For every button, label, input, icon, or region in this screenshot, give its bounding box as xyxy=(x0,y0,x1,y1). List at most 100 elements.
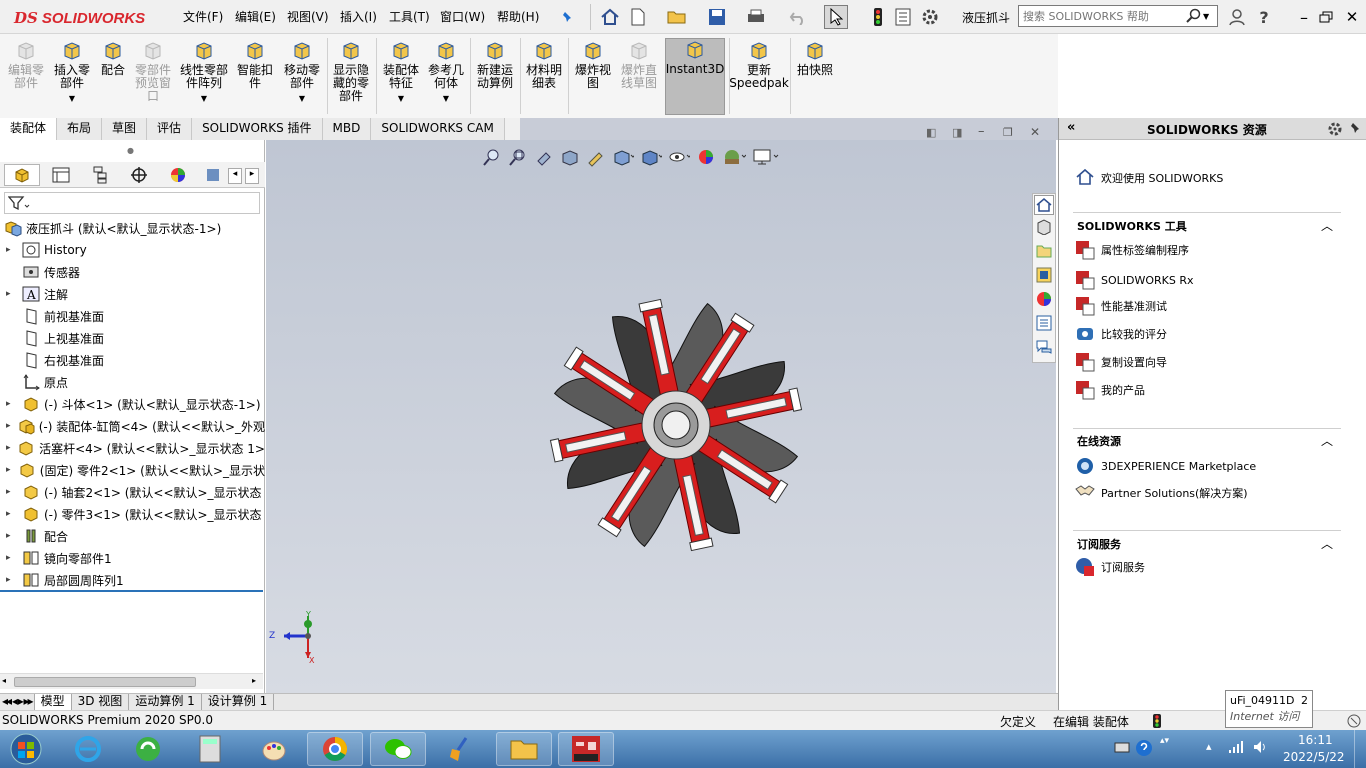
tree-item[interactable]: ▸ 配合 xyxy=(0,525,265,547)
help-search-box[interactable]: ▼ xyxy=(1018,5,1218,27)
expand-arrow-icon[interactable]: ▸ xyxy=(6,289,16,299)
tray-help-icon[interactable] xyxy=(1135,739,1153,757)
new-motion-study-button[interactable]: 新建运 动算例 xyxy=(473,40,517,116)
graphics-area[interactable]: ◧ ◨ – ❐ ✕ Z Y X xyxy=(266,124,1056,693)
tool-item[interactable]: 属性标签编制程序 xyxy=(1075,240,1189,260)
scrollbar-thumb[interactable] xyxy=(14,677,196,687)
resource-item-subscription[interactable]: 订阅服务 xyxy=(1075,557,1145,577)
tree-item[interactable]: ▸ A 注解 xyxy=(0,283,265,305)
tab-model[interactable]: 模型 xyxy=(34,694,72,710)
tree-item[interactable]: ▸ (-) 零件3<1> (默认<<默认>_显示状态 xyxy=(0,503,265,525)
dimxpert-tab-icon[interactable] xyxy=(122,164,156,186)
hide-show-items-icon[interactable] xyxy=(668,147,690,167)
exploded-view-button[interactable]: 爆炸视 图 xyxy=(571,40,615,116)
scroll-right-icon[interactable]: ▸ xyxy=(245,168,259,184)
bill-of-materials-button[interactable]: 材料明 细表 xyxy=(523,40,565,116)
tray-keyboard-icon[interactable] xyxy=(1114,740,1130,754)
horizontal-scrollbar[interactable]: ◂ ▸ xyxy=(0,673,263,689)
expand-arrow-icon[interactable]: ▸ xyxy=(6,509,16,519)
view-orientation-icon[interactable] xyxy=(612,147,634,167)
update-speedpak-button[interactable]: 更新 Speedpak xyxy=(729,40,789,116)
scroll-right-arrow-icon[interactable]: ▸ xyxy=(252,676,256,685)
tree-item[interactable]: ▸ History xyxy=(0,239,265,261)
traffic-light-icon[interactable] xyxy=(866,5,890,29)
chevron-down-icon[interactable]: ▼ xyxy=(1203,12,1209,21)
forum-tab-icon[interactable] xyxy=(1036,339,1052,355)
online-section-title[interactable]: 在线资源 xyxy=(1077,433,1121,449)
start-button-icon[interactable] xyxy=(2,732,50,766)
cam-tab-icon[interactable] xyxy=(200,164,226,186)
view-palette-tab-icon[interactable] xyxy=(1036,267,1052,283)
user-icon[interactable] xyxy=(1225,5,1249,29)
expand-arrow-icon[interactable]: ▸ xyxy=(6,465,12,475)
tab-nav-arrows-icon[interactable]: ◂◂ ◂ ▸ ▸▸ xyxy=(0,694,35,710)
edit-appearance-icon[interactable] xyxy=(696,147,716,167)
network-signal-icon[interactable] xyxy=(1228,740,1244,754)
options-gear-icon[interactable] xyxy=(918,5,942,29)
expand-arrow-icon[interactable]: ▸ xyxy=(6,245,16,255)
apply-scene-icon[interactable] xyxy=(722,147,746,167)
dropdown-arrow-icon[interactable]: ▼ xyxy=(443,92,449,105)
subscription-section-title[interactable]: 订阅服务 xyxy=(1077,536,1121,552)
help-search-input[interactable] xyxy=(1019,7,1185,25)
edit-component-button[interactable]: 编辑零 部件 xyxy=(4,40,48,116)
file-properties-icon[interactable] xyxy=(891,5,915,29)
design-library-tab-icon[interactable] xyxy=(1036,219,1052,235)
open-folder-icon[interactable] xyxy=(665,5,689,29)
rollback-bar[interactable] xyxy=(0,590,263,592)
mate-button[interactable]: 配合 xyxy=(96,40,130,116)
instant3d-button[interactable]: Instant3D xyxy=(665,38,725,115)
doc-minimize-icon[interactable]: – xyxy=(978,124,985,139)
tree-item[interactable]: ▸ (-) 轴套2<1> (默认<<默认>_显示状态 xyxy=(0,481,265,503)
property-manager-tab-icon[interactable] xyxy=(44,164,78,186)
component-preview-button[interactable]: 零部件 预览窗 口 xyxy=(132,40,174,116)
tree-item[interactable]: ▸ (固定) 零件2<1> (默认<<默认>_显示状 xyxy=(0,459,265,481)
tree-filter-box[interactable] xyxy=(4,192,260,214)
tree-item[interactable]: 右视基准面 xyxy=(0,349,265,371)
tree-item[interactable]: ▸ 镜向零部件1 xyxy=(0,547,265,569)
wechat-icon[interactable] xyxy=(370,732,426,766)
volume-icon[interactable] xyxy=(1252,739,1268,755)
doc-restore-icon[interactable]: ❐ xyxy=(1003,126,1013,139)
search-icon[interactable] xyxy=(1185,8,1203,24)
online-collapse-icon[interactable]: ︿ xyxy=(1321,432,1333,449)
scroll-left-icon[interactable]: ◂ xyxy=(228,168,242,184)
tab-sketch[interactable]: 草图 xyxy=(102,118,148,140)
scroll-left-arrow-icon[interactable]: ◂ xyxy=(2,676,6,685)
tree-item[interactable]: ▸ 局部圆周阵列1 xyxy=(0,569,265,591)
menu-window[interactable]: 窗口(W) xyxy=(440,8,485,25)
internet-explorer-icon[interactable] xyxy=(60,732,116,766)
display-style-icon[interactable] xyxy=(640,147,662,167)
new-document-icon[interactable] xyxy=(626,5,650,29)
linear-pattern-button[interactable]: 线性零部 件阵列 ▼ xyxy=(176,40,232,116)
pane-pin-icon[interactable] xyxy=(1349,121,1363,135)
hydraulic-grab-model[interactable] xyxy=(546,295,806,555)
file-explorer-tab-icon[interactable] xyxy=(1036,243,1052,259)
tree-item[interactable]: 传感器 xyxy=(0,261,265,283)
rebuild-traffic-light-icon[interactable] xyxy=(1152,713,1162,729)
dropdown-arrow-icon[interactable]: ▼ xyxy=(201,92,207,105)
tool-item[interactable]: 比较我的评分 xyxy=(1075,324,1167,344)
restore-icon[interactable] xyxy=(1314,5,1338,29)
panel-grip-icon[interactable]: ● xyxy=(127,146,134,155)
tray-arrow-icon[interactable]: ▴▾ xyxy=(1160,736,1169,746)
file-explorer-icon[interactable] xyxy=(496,732,552,766)
tree-item[interactable]: 前视基准面 xyxy=(0,305,265,327)
configuration-manager-tab-icon[interactable] xyxy=(83,164,117,186)
smart-fastener-button[interactable]: 智能扣 件 xyxy=(234,40,276,116)
save-icon[interactable] xyxy=(705,5,729,29)
expand-arrow-icon[interactable]: ▸ xyxy=(6,575,16,585)
menu-insert[interactable]: 插入(I) xyxy=(340,8,377,25)
undo-icon[interactable] xyxy=(786,5,810,29)
display-manager-tab-icon[interactable] xyxy=(161,164,195,186)
tree-item[interactable]: 上视基准面 xyxy=(0,327,265,349)
expand-arrow-icon[interactable]: ▸ xyxy=(6,421,11,431)
subscription-collapse-icon[interactable]: ︿ xyxy=(1321,535,1333,552)
clock-time[interactable]: 16:11 xyxy=(1298,733,1333,747)
filter-icon[interactable] xyxy=(8,195,30,211)
custom-properties-tab-icon[interactable] xyxy=(1036,315,1052,331)
reference-geometry-button[interactable]: 参考几 何体 ▼ xyxy=(425,40,467,116)
resource-item-marketplace[interactable]: 3DEXPERIENCE Marketplace xyxy=(1075,456,1256,476)
tool-item[interactable]: 复制设置向导 xyxy=(1075,352,1167,372)
dropdown-arrow-icon[interactable]: ▼ xyxy=(69,92,75,105)
